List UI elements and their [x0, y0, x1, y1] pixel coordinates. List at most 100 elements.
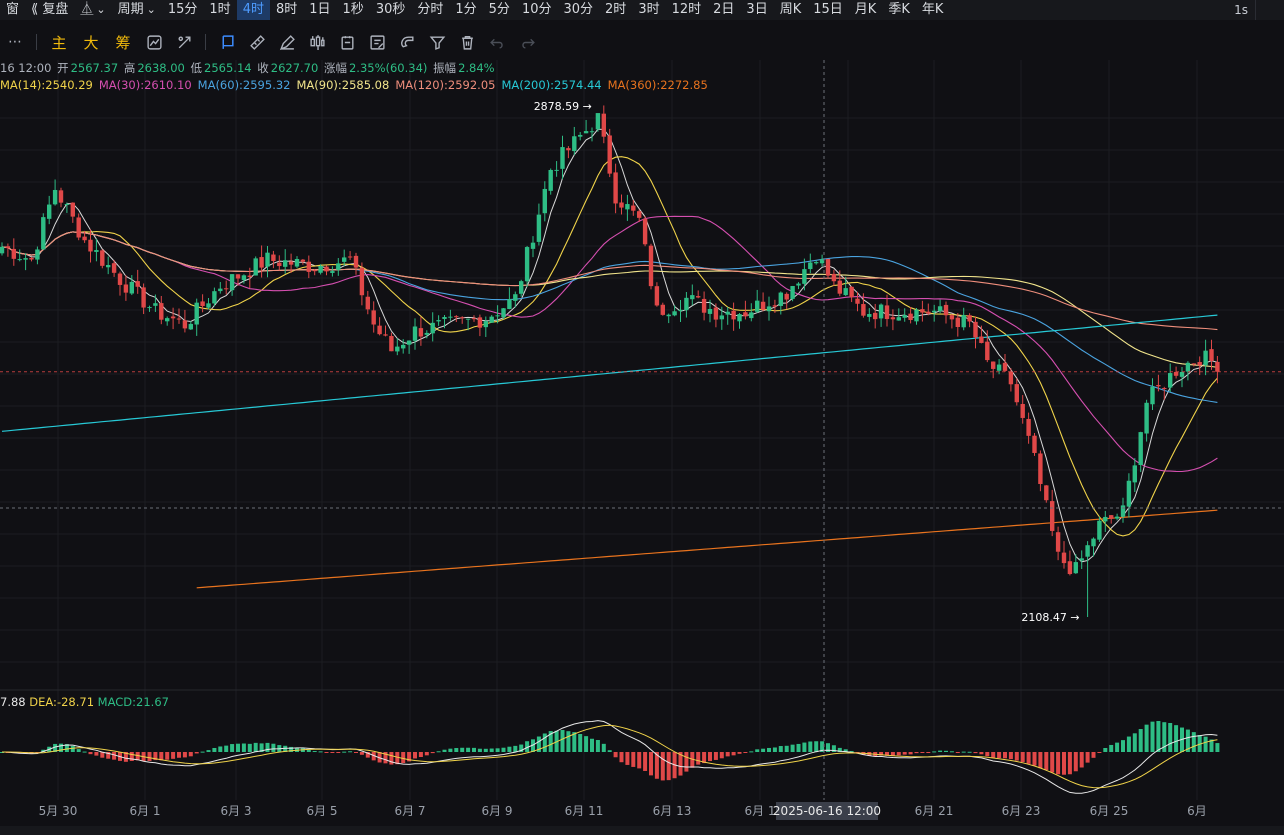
x-tick-label: 6月 11 [565, 804, 604, 818]
candle-body [5, 246, 11, 249]
chart-canvas[interactable]: 2878.59 → 2108.47 → 5月 30 6月 1 6月 3 6月 5 6月 7 6… [0, 0, 1284, 835]
interval-19[interactable]: 2日 [707, 0, 740, 20]
big-order-button[interactable]: 大 [75, 29, 107, 55]
interval-21[interactable]: 周K [774, 0, 808, 20]
candle-body [153, 303, 158, 306]
trash-icon[interactable] [452, 29, 482, 55]
indicator-icon[interactable] [139, 29, 169, 55]
chart-overlay: 2878.59 → 2108.47 → 5月 30 6月 1 6月 3 6月 5 6月 7 6… [0, 60, 1284, 820]
macd-bar [613, 752, 618, 758]
macd-bar [749, 751, 754, 753]
amp-label: 振幅 [433, 61, 457, 75]
ma-legend-item: MA(360):2272.85 [607, 78, 708, 92]
candle-body [660, 304, 665, 315]
candle-body [902, 315, 907, 318]
interval-1[interactable]: ⟪ 复盘 [25, 0, 74, 20]
macd-bar [495, 748, 500, 752]
macd-bar [230, 744, 235, 752]
ruler-icon[interactable] [242, 29, 272, 55]
candle-body [1203, 350, 1208, 366]
close-value: 2627.70 [270, 61, 319, 75]
panel-toggle-icon[interactable] [1255, 0, 1284, 20]
settings-icon[interactable] [169, 29, 199, 55]
candle-body [926, 311, 931, 314]
interval-17[interactable]: 3时 [632, 0, 665, 20]
macd-bar [991, 752, 996, 758]
interval-10[interactable]: 30秒 [370, 0, 412, 20]
macd-bar [725, 752, 730, 757]
macd-bar [1097, 752, 1102, 753]
interval-14[interactable]: 10分 [516, 0, 558, 20]
interval-9[interactable]: 1秒 [337, 0, 370, 20]
interval-20[interactable]: 3日 [740, 0, 773, 20]
interval-2[interactable]: ⏅ ⌄ [74, 0, 111, 20]
magnet-icon[interactable] [392, 29, 422, 55]
candle-body [465, 318, 471, 320]
interval-0[interactable]: 窗 [0, 0, 25, 20]
candle-body [1126, 480, 1132, 507]
more-icon[interactable]: ⋯ [0, 29, 30, 55]
x-tick-label: 6月 25 [1090, 804, 1129, 818]
pen-icon[interactable] [272, 29, 302, 55]
interval-label: 4时 [242, 2, 264, 17]
candle-body [589, 131, 595, 133]
candle-body [749, 312, 754, 319]
candle-body [743, 312, 748, 317]
interval-7[interactable]: 8时 [270, 0, 303, 20]
interval-label: 2日 [713, 2, 735, 17]
text-edit-icon[interactable] [362, 29, 392, 55]
x-tick-label: 6月 9 [481, 804, 512, 818]
interval-13[interactable]: 5分 [483, 0, 516, 20]
interval-22[interactable]: 15日 [807, 0, 849, 20]
candle-body [784, 293, 789, 300]
macd-bar [908, 752, 913, 755]
candle-body [1132, 465, 1137, 483]
interval-5[interactable]: 1时 [203, 0, 236, 20]
interval-15[interactable]: 30分 [557, 0, 599, 20]
candle-body [672, 311, 677, 316]
chip-distribution-button[interactable]: 筹 [107, 29, 139, 55]
open-value: 2567.37 [70, 61, 119, 75]
interval-label: ⏅ [80, 2, 94, 17]
candle-body [1150, 386, 1155, 405]
candle-body [259, 257, 264, 268]
macd-bar [359, 752, 364, 755]
interval-label: 周K [779, 2, 802, 17]
macd-bar [784, 745, 789, 752]
candle-body [701, 298, 707, 313]
interval-12[interactable]: 1分 [449, 0, 482, 20]
interval-11[interactable]: 分时 [411, 0, 449, 20]
interval-24[interactable]: 季K [882, 0, 916, 20]
note-icon[interactable] [332, 29, 362, 55]
interval-4[interactable]: 15分 [162, 0, 204, 20]
main-indicator-button[interactable]: 主 [43, 29, 75, 55]
redo-icon[interactable] [512, 29, 542, 55]
candle-pattern-icon[interactable] [302, 29, 332, 55]
ma-legend-item: MA(200):2574.44 [501, 78, 602, 92]
candle-body [949, 315, 955, 320]
interval-label: 12时 [671, 2, 702, 17]
interval-25[interactable]: 年K [916, 0, 950, 20]
interval-3[interactable]: 周期 ⌄ [112, 0, 162, 20]
candle-body [890, 317, 896, 320]
candle-body [973, 321, 978, 338]
undo-icon[interactable] [482, 29, 512, 55]
candle-body [772, 305, 778, 307]
interval-6[interactable]: 4时 [236, 0, 270, 20]
interval-16[interactable]: 2时 [599, 0, 632, 20]
candle-body [566, 148, 571, 151]
interval-8[interactable]: 1日 [303, 0, 336, 20]
interval-18[interactable]: 12时 [666, 0, 708, 20]
candle-body [1091, 538, 1096, 547]
macd-bar [902, 752, 907, 755]
interval-23[interactable]: 月K [849, 0, 883, 20]
candle-body [489, 316, 494, 323]
refresh-rate[interactable]: 1s [1234, 0, 1248, 20]
cursor-icon[interactable] [212, 29, 242, 55]
candle-body [796, 283, 801, 286]
candle-body [436, 320, 441, 322]
filter-icon[interactable] [422, 29, 452, 55]
macd-bar [595, 740, 600, 752]
macd-bar [731, 752, 736, 756]
macd-panel [0, 720, 1220, 794]
